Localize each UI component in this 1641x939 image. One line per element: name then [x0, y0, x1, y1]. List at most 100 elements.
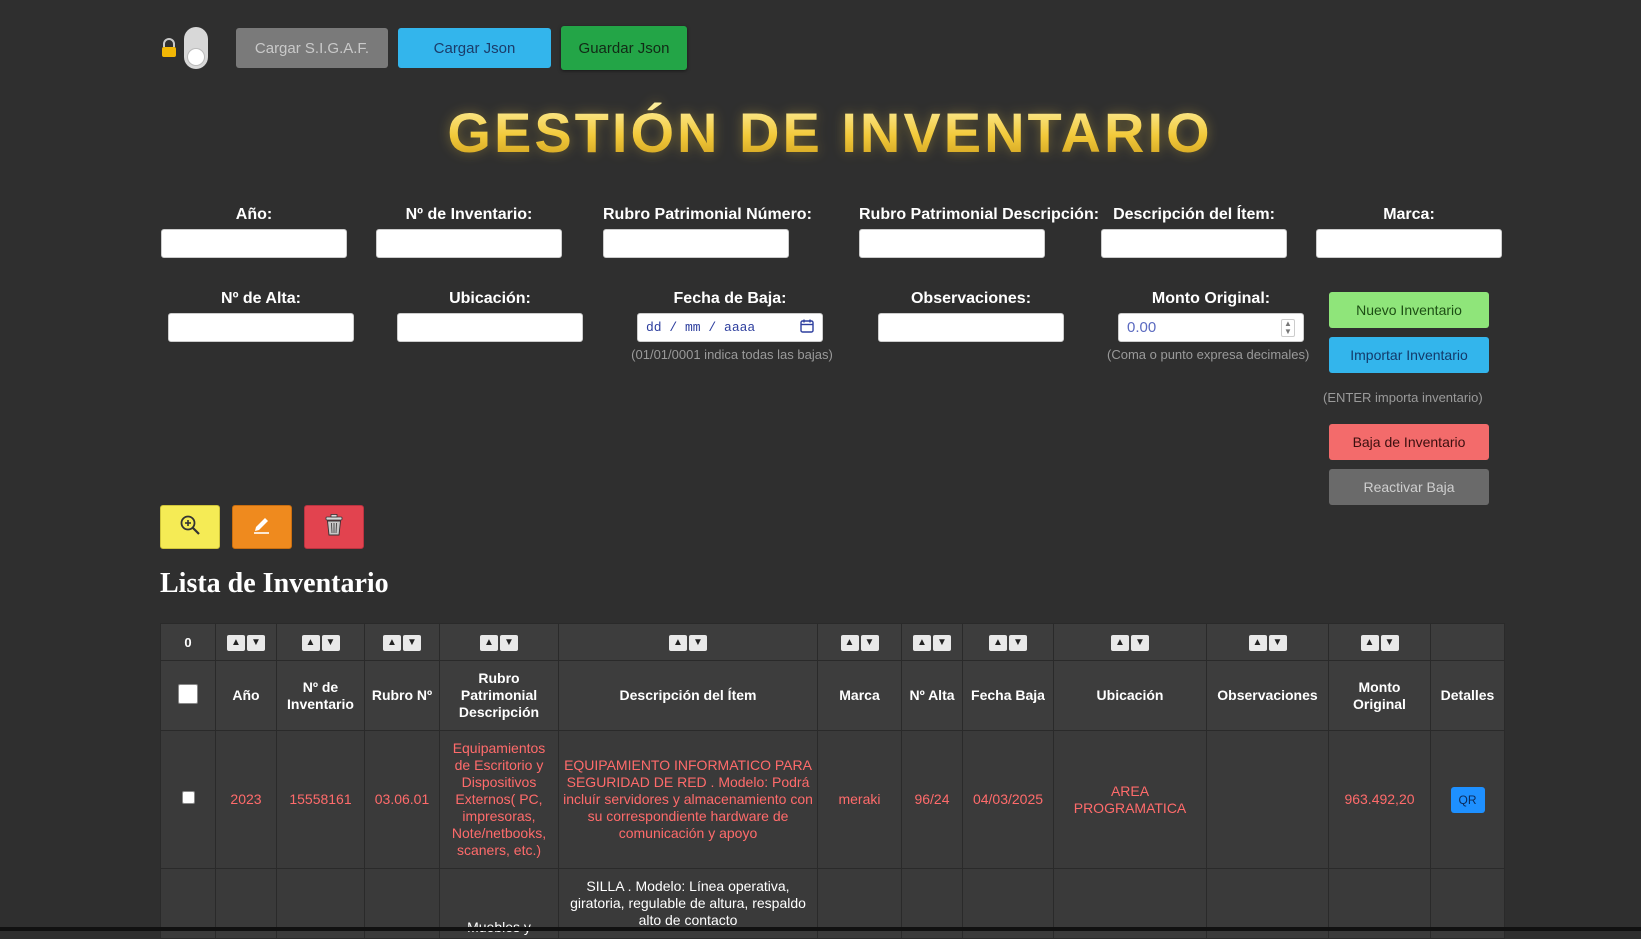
sort-down-icon[interactable]: ▼: [247, 635, 265, 651]
inventory-table: 0 ▲ ▼ ▲ ▼ ▲ ▼ ▲ ▼ ▲ ▼ ▲ ▼ ▲ ▼ ▲ ▼ ▲ ▼ ▲ ▼ ▲ ▼ Año N…: [160, 623, 1505, 939]
page-title: GESTIÓN DE INVENTARIO: [0, 100, 1641, 165]
sort-marca[interactable]: ▲ ▼: [817, 623, 902, 661]
sort-rubro[interactable]: ▲ ▼: [364, 623, 440, 661]
cell-alta: 96/24: [901, 730, 963, 869]
col-header: Año: [215, 660, 277, 731]
selected-count: 0: [160, 623, 216, 661]
sort-up-icon[interactable]: ▲: [1248, 635, 1267, 651]
sort-down-icon[interactable]: ▼: [860, 635, 879, 651]
sort-down-icon[interactable]: ▼: [403, 635, 421, 651]
sort-up-icon[interactable]: ▲: [1360, 635, 1379, 651]
ubicacion-label: Ubicación:: [449, 290, 531, 307]
monto-original-input[interactable]: 0.00 ▲ ▼: [1118, 313, 1304, 342]
sort-up-icon[interactable]: ▲: [840, 635, 859, 651]
nuevo-inventario-button[interactable]: Nuevo Inventario: [1329, 292, 1489, 328]
sort-rubro-desc[interactable]: ▲ ▼: [439, 623, 559, 661]
sort-down-icon[interactable]: ▼: [1131, 635, 1149, 651]
lock-icon: [160, 38, 178, 58]
nro-inventario-field: Nº de Inventario:: [376, 206, 562, 258]
sort-ubicacion[interactable]: ▲ ▼: [1053, 623, 1207, 661]
reactivar-baja-button[interactable]: Reactivar Baja: [1329, 469, 1489, 505]
sort-up-icon[interactable]: ▲: [301, 635, 320, 651]
rubro-descripcion-field: Rubro Patrimonial Descripción:: [859, 206, 1099, 258]
marca-input[interactable]: [1316, 229, 1502, 258]
row-checkbox[interactable]: [181, 791, 195, 804]
importar-inventario-button[interactable]: Importar Inventario: [1329, 337, 1489, 373]
guardar-json-button[interactable]: Guardar Json: [561, 26, 687, 70]
cell-monto: 963.492,20: [1328, 730, 1431, 869]
fecha-baja-hint: (01/01/0001 indica todas las bajas): [631, 347, 833, 362]
anio-field: Año:: [161, 206, 347, 258]
cell-nro-inventario: 15558161: [276, 730, 365, 869]
sort-up-icon[interactable]: ▲: [383, 635, 401, 651]
rubro-numero-input[interactable]: [603, 229, 789, 258]
nro-alta-input[interactable]: [168, 313, 354, 342]
sort-up-icon[interactable]: ▲: [669, 635, 687, 651]
sort-monto[interactable]: ▲ ▼: [1328, 623, 1431, 661]
sort-down-icon[interactable]: ▼: [500, 635, 518, 651]
ubicacion-input[interactable]: [397, 313, 583, 342]
sort-up-icon[interactable]: ▲: [913, 635, 931, 651]
cargar-sigaf-button[interactable]: Cargar S.I.G.A.F.: [236, 28, 388, 68]
nro-alta-label: Nº de Alta:: [221, 290, 301, 307]
descripcion-item-field: Descripción del Ítem:: [1101, 206, 1287, 258]
baja-inventario-button[interactable]: Baja de Inventario: [1329, 424, 1489, 460]
nro-inventario-input[interactable]: [376, 229, 562, 258]
calendar-icon[interactable]: [800, 319, 814, 337]
list-title: Lista de Inventario: [160, 568, 389, 599]
fecha-baja-input[interactable]: dd / mm / aaaa: [637, 313, 823, 342]
sort-down-icon[interactable]: ▼: [1268, 635, 1287, 651]
sort-up-icon[interactable]: ▲: [1111, 635, 1129, 651]
sort-anio[interactable]: ▲ ▼: [215, 623, 277, 661]
observaciones-field: Observaciones:: [878, 290, 1064, 342]
edit-button[interactable]: [232, 505, 292, 549]
col-header: Marca: [817, 660, 902, 731]
cargar-json-button[interactable]: Cargar Json: [398, 28, 551, 68]
bottom-bar: [0, 927, 1641, 931]
trash-icon: [323, 513, 345, 542]
sort-up-icon[interactable]: ▲: [480, 635, 498, 651]
sort-observaciones[interactable]: ▲ ▼: [1206, 623, 1329, 661]
rubro-numero-field: Rubro Patrimonial Número:: [603, 206, 812, 258]
lock-toggle[interactable]: [184, 27, 208, 69]
sort-descripcion[interactable]: ▲ ▼: [558, 623, 818, 661]
sort-down-icon[interactable]: ▼: [689, 635, 707, 651]
fecha-baja-field: Fecha de Baja: dd / mm / aaaa (01/01/000…: [631, 290, 833, 362]
monto-original-hint: (Coma o punto expresa decimales): [1107, 347, 1310, 362]
qr-button[interactable]: QR: [1450, 786, 1485, 813]
rubro-descripcion-input[interactable]: [859, 229, 1045, 258]
fecha-baja-placeholder: dd / mm / aaaa: [646, 320, 756, 335]
descripcion-item-label: Descripción del Ítem:: [1113, 206, 1275, 223]
pencil-icon: [251, 514, 273, 541]
sort-nro-inventario[interactable]: ▲ ▼: [276, 623, 365, 661]
sort-down-icon[interactable]: ▼: [1009, 635, 1027, 651]
sort-up-icon[interactable]: ▲: [227, 635, 245, 651]
select-all-checkbox[interactable]: [178, 683, 198, 704]
observaciones-input[interactable]: [878, 313, 1064, 342]
sort-alta[interactable]: ▲ ▼: [901, 623, 963, 661]
cell-fecha-baja: 04/03/2025: [962, 730, 1054, 869]
cell-rubro-desc: Equipamientos de Escritorio y Dispositiv…: [439, 730, 559, 869]
col-header: Rubro Nº: [364, 660, 440, 731]
view-button[interactable]: [160, 505, 220, 549]
sort-fecha-baja[interactable]: ▲ ▼: [962, 623, 1054, 661]
select-all-cell: [160, 660, 216, 731]
sort-down-icon[interactable]: ▼: [321, 635, 340, 651]
header-row: Año Nº de Inventario Rubro Nº Rubro Patr…: [160, 660, 1505, 731]
col-header: Observaciones: [1206, 660, 1329, 731]
rubro-numero-label: Rubro Patrimonial Número:: [603, 206, 812, 223]
descripcion-item-input[interactable]: [1101, 229, 1287, 258]
delete-button[interactable]: [304, 505, 364, 549]
sort-up-icon[interactable]: ▲: [989, 635, 1007, 651]
enter-hint: (ENTER importa inventario): [1323, 390, 1483, 405]
cell-rubro: 03.06.01: [364, 730, 440, 869]
sort-down-icon[interactable]: ▼: [1380, 635, 1399, 651]
col-header: Descripción del Ítem: [558, 660, 818, 731]
number-spinner-icon[interactable]: ▲ ▼: [1281, 318, 1295, 337]
cell-observaciones: [1206, 730, 1329, 869]
sort-down-icon[interactable]: ▼: [933, 635, 951, 651]
table-row[interactable]: 2023 15558161 03.06.01 Equipamientos de …: [160, 730, 1505, 869]
anio-input[interactable]: [161, 229, 347, 258]
toolbar: Cargar S.I.G.A.F. Cargar Json Guardar Js…: [160, 26, 687, 70]
col-header: Monto Original: [1328, 660, 1431, 731]
